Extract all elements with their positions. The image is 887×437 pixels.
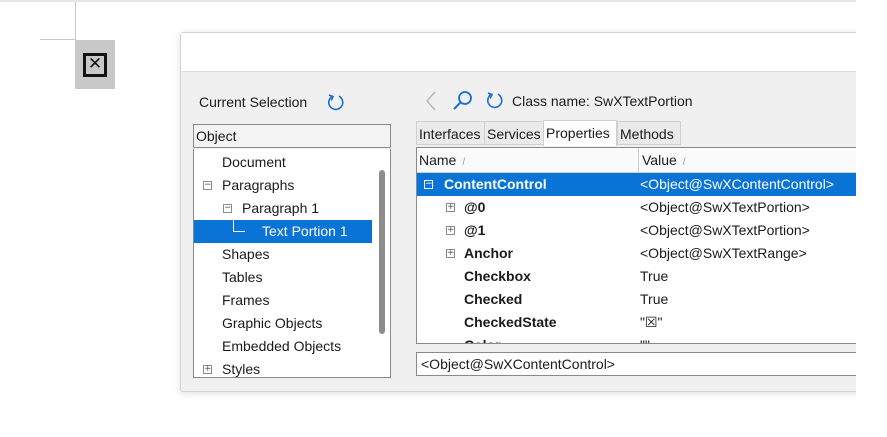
column-separator[interactable] (638, 148, 639, 172)
tree-item-shapes[interactable]: Shapes (222, 243, 269, 266)
expand-row-icon[interactable]: + (446, 203, 455, 212)
property-name: Checkbox (464, 268, 531, 284)
page-corner-mark-horizontal (40, 39, 76, 40)
tree-connector-line (233, 219, 234, 231)
property-name: ContentControl (444, 176, 547, 192)
collapse-row-icon[interactable]: − (424, 180, 433, 189)
tab-properties[interactable]: Properties (543, 120, 617, 146)
expand-styles-icon[interactable]: + (203, 365, 212, 374)
property-name: @1 (464, 222, 486, 238)
tree-connector-line (233, 231, 245, 232)
table-row[interactable]: Color "" (417, 334, 887, 343)
property-name: Checked (464, 291, 523, 307)
back-arrow-icon[interactable] (424, 90, 438, 112)
tab-interfaces[interactable]: Interfaces (416, 121, 486, 145)
object-inspector-panel: Current Selection Object Document − Para… (180, 32, 887, 392)
column-header-name[interactable]: Name / (419, 148, 465, 172)
tree-item-document[interactable]: Document (222, 151, 286, 174)
expand-row-icon[interactable]: + (446, 249, 455, 258)
property-value: "☒" (640, 314, 663, 330)
collapse-paragraphs-icon[interactable]: − (203, 181, 212, 190)
table-row[interactable]: − ContentControl <Object@SwXContentContr… (417, 173, 887, 196)
column-name-label: Name (419, 152, 457, 168)
property-name: Color (464, 334, 501, 343)
document-area-right (856, 0, 887, 437)
table-row[interactable]: + Anchor <Object@SwXTextRange> (417, 242, 887, 265)
sort-indicator-icon: / (682, 157, 686, 168)
tree-scrollbar-thumb[interactable] (379, 170, 385, 334)
tree-item-tables[interactable]: Tables (222, 266, 262, 289)
table-row[interactable]: CheckedState "☒" (417, 311, 887, 334)
class-name-value: SwXTextPortion (593, 93, 693, 109)
properties-table[interactable]: Name / Value / − ContentControl <Object@Sw… (416, 147, 887, 344)
document-top-border (0, 0, 887, 2)
property-value: "" (640, 334, 650, 343)
selected-value-field[interactable]: <Object@SwXContentControl> (416, 352, 887, 376)
tree-item-paragraphs[interactable]: Paragraphs (222, 174, 294, 197)
checkbox-glyph: ✕ (87, 54, 103, 74)
sort-indicator-icon: / (462, 157, 466, 168)
property-name: Anchor (464, 245, 513, 261)
property-name: @0 (464, 199, 486, 215)
property-value: <Object@SwXTextRange> (640, 245, 807, 261)
column-value-label: Value (642, 152, 677, 168)
checkbox-checked-icon: ✕ (83, 52, 107, 77)
tab-services[interactable]: Services (484, 121, 544, 145)
expand-row-icon[interactable]: + (446, 226, 455, 235)
table-row[interactable]: Checkbox True (417, 265, 887, 288)
tree-header-object[interactable]: Object (193, 124, 391, 148)
page-corner-mark-vertical (75, 2, 76, 40)
tree-item-paragraph-1[interactable]: Paragraph 1 (242, 197, 319, 220)
class-name-caption: Class name: (512, 93, 590, 109)
class-name-label: Class name: SwXTextPortion (512, 93, 693, 109)
current-selection-label: Current Selection (199, 94, 308, 110)
table-row[interactable]: + @0 <Object@SwXTextPortion> (417, 196, 887, 219)
refresh-current-selection-icon[interactable] (326, 93, 346, 113)
property-value: <Object@SwXTextPortion> (640, 199, 810, 215)
content-control-checkbox[interactable]: ✕ (75, 40, 115, 89)
property-value: True (640, 291, 669, 307)
refresh-inspector-icon[interactable] (485, 91, 505, 111)
property-value: <Object@SwXContentControl> (640, 176, 834, 192)
tree-item-frames[interactable]: Frames (222, 289, 269, 312)
column-header-value[interactable]: Value / (642, 148, 686, 172)
property-value: True (640, 268, 669, 284)
tab-methods[interactable]: Methods (617, 121, 681, 145)
tree-item-embedded-objects[interactable]: Embedded Objects (222, 335, 341, 358)
inspector-top-area (181, 33, 887, 72)
table-row[interactable]: Checked True (417, 288, 887, 311)
property-name: CheckedState (464, 314, 557, 330)
table-header: Name / Value / (417, 148, 887, 173)
table-row[interactable]: + @1 <Object@SwXTextPortion> (417, 219, 887, 242)
collapse-paragraph-1-icon[interactable]: − (223, 204, 232, 213)
inspect-search-icon[interactable] (451, 89, 475, 113)
tree-item-text-portion-1[interactable]: Text Portion 1 (194, 220, 372, 243)
object-tree[interactable]: Document − Paragraphs − Paragraph 1 Text… (193, 149, 391, 378)
tree-item-styles[interactable]: Styles (222, 358, 260, 377)
property-value: <Object@SwXTextPortion> (640, 222, 810, 238)
tree-item-graphic-objects[interactable]: Graphic Objects (222, 312, 322, 335)
